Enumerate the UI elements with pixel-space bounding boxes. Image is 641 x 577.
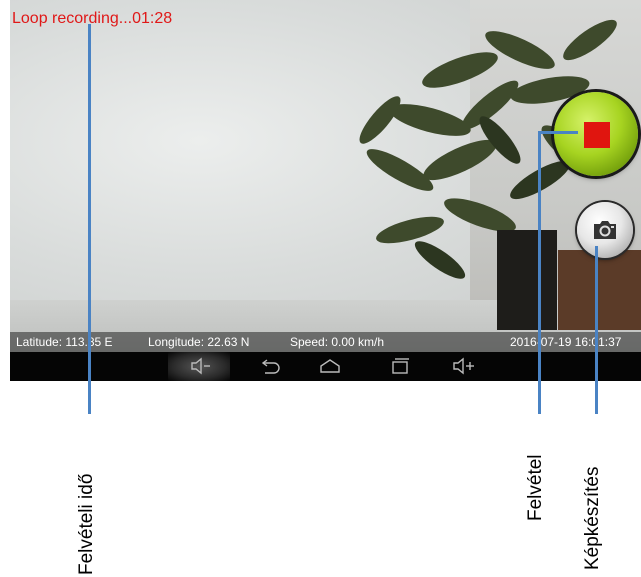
record-label: Felvétel — [525, 454, 546, 521]
camera-preview — [10, 0, 641, 352]
record-stop-button[interactable] — [554, 92, 638, 176]
stop-record-icon — [584, 122, 610, 148]
navigation-bar — [10, 352, 641, 381]
photo-callout-line — [595, 246, 598, 414]
recording-time-label: Felvételi idő — [76, 473, 97, 575]
record-callout-h — [538, 131, 578, 134]
datetime-text: 2016-07-19 16:01:37 — [510, 335, 622, 349]
photo-label: Képkészítés — [582, 466, 603, 571]
camera-icon — [594, 221, 616, 239]
longitude-text: Longitude: 22.63 N — [148, 335, 250, 349]
pot-image — [497, 230, 557, 330]
recording-time-callout-line — [88, 24, 91, 414]
camera-screen: Loop recording...01:28 Latitude: 113.85 … — [10, 0, 641, 381]
speed-text: Speed: 0.00 km/h — [290, 335, 385, 349]
take-photo-button[interactable] — [577, 202, 633, 258]
volume-down-icon[interactable] — [186, 356, 214, 376]
box-image — [558, 250, 641, 330]
volume-up-icon[interactable] — [450, 356, 478, 376]
latitude-text: Latitude: 113.85 E — [16, 335, 113, 349]
recent-apps-icon[interactable] — [386, 356, 414, 376]
record-callout-line — [538, 131, 541, 414]
home-icon[interactable] — [316, 356, 344, 376]
back-icon[interactable] — [256, 356, 284, 376]
recording-status: Loop recording...01:28 — [12, 10, 173, 27]
gps-info-bar: Latitude: 113.85 E Longitude: 22.63 N Sp… — [10, 332, 641, 352]
